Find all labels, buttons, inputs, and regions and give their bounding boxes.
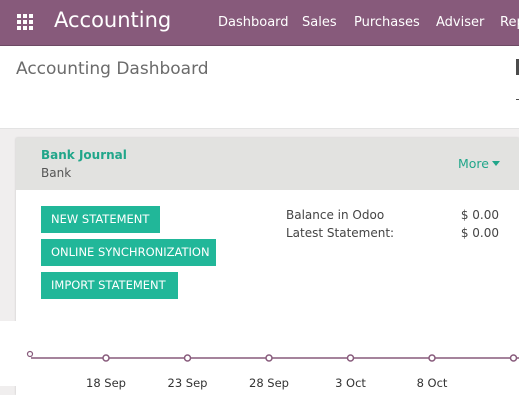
menu-dashboard[interactable]: Dashboard: [218, 15, 289, 30]
graph-left-gap: [0, 321, 16, 386]
apps-menu-icon[interactable]: [17, 14, 34, 31]
journal-card-header: Bank Journal Bank More: [16, 138, 519, 190]
caret-down-icon: [492, 161, 500, 166]
more-dropdown-button[interactable]: More: [458, 156, 500, 171]
journal-type: Bank: [41, 166, 72, 180]
online-synchronization-button[interactable]: ONLINE SYNCHRONIZATION: [41, 239, 216, 266]
latest-statement-value: $ 0.00: [460, 226, 499, 240]
latest-statement-label: Latest Statement:: [286, 226, 395, 240]
menu-adviser[interactable]: Adviser: [436, 15, 484, 30]
menu-reporting[interactable]: Rep: [500, 15, 519, 30]
balance-odoo-label: Balance in Odoo: [286, 208, 385, 222]
new-statement-button[interactable]: NEW STATEMENT: [41, 206, 160, 233]
app-title: Accounting: [54, 8, 172, 32]
balance-odoo-value: $ 0.00: [460, 208, 499, 222]
import-statement-button[interactable]: IMPORT STATEMENT: [41, 272, 178, 299]
more-label: More: [458, 156, 489, 171]
page-title: Accounting Dashboard: [16, 59, 209, 79]
journal-name-link[interactable]: Bank Journal: [41, 148, 127, 162]
top-navbar: Accounting Dashboard Sales Purchases Adv…: [0, 0, 519, 46]
menu-sales[interactable]: Sales: [302, 15, 337, 30]
menu-purchases[interactable]: Purchases: [354, 15, 420, 30]
control-panel: Accounting Dashboard: [0, 46, 519, 129]
dashboard-content: Bank Journal Bank More NEW STATEMENT ONL…: [0, 129, 519, 395]
journal-card: Bank Journal Bank More NEW STATEMENT ONL…: [16, 138, 519, 395]
